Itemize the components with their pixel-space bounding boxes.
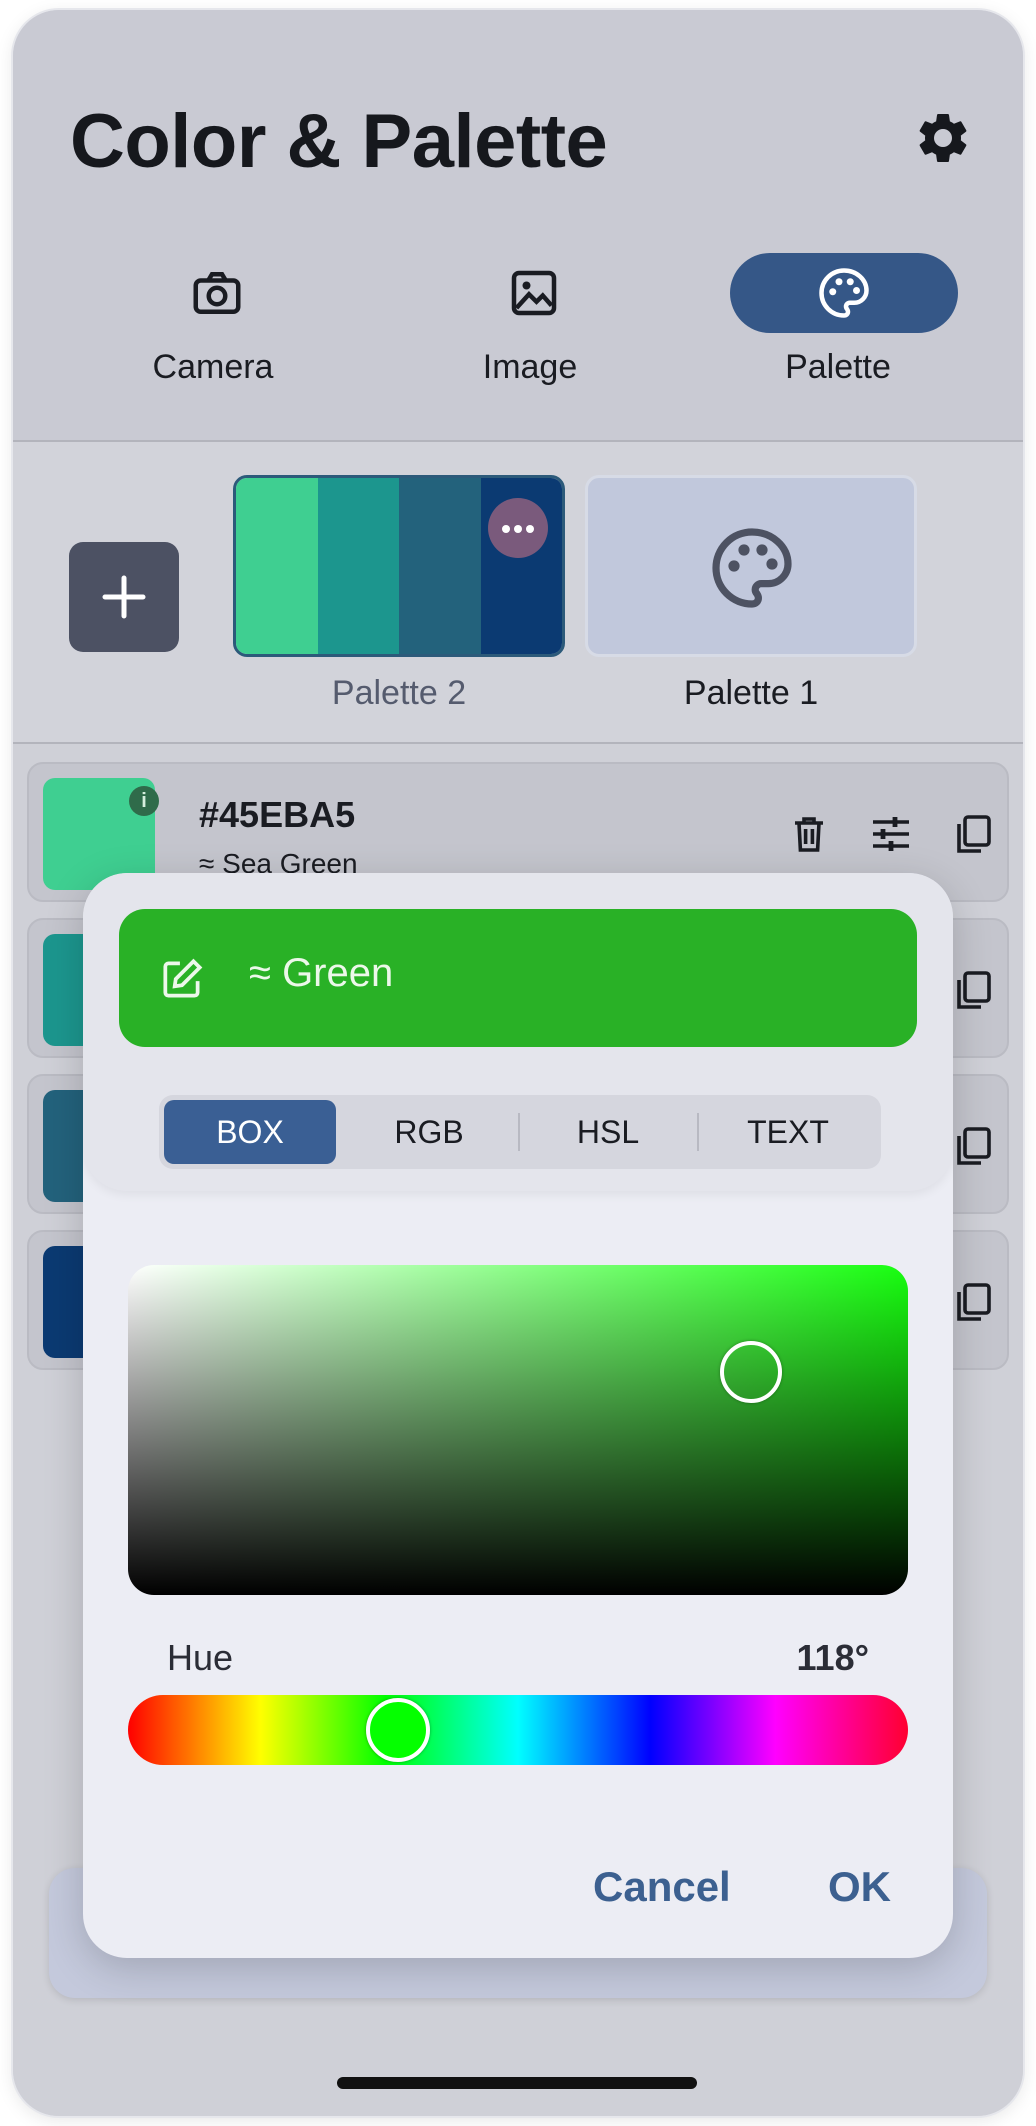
tab-palette-label: Palette xyxy=(785,348,891,386)
plus-icon xyxy=(102,575,146,619)
hue-value: 118° xyxy=(796,1637,869,1678)
copy-icon[interactable] xyxy=(949,1122,997,1170)
dot xyxy=(502,525,510,533)
mode-tabs: Camera Image Palette xyxy=(13,250,1023,400)
info-icon[interactable]: i xyxy=(129,786,159,816)
dot xyxy=(526,525,534,533)
mode-box[interactable]: BOX xyxy=(164,1100,336,1164)
home-indicator[interactable] xyxy=(337,2077,697,2089)
hue-label: Hue xyxy=(167,1637,234,1678)
palette-card-2[interactable] xyxy=(233,475,565,657)
saturation-value-box[interactable] xyxy=(128,1265,908,1595)
tab-camera[interactable]: Camera xyxy=(93,250,333,400)
palette-2-stripe xyxy=(317,478,399,654)
phone-screen: Color & Palette Camera Image Palette Pal… xyxy=(13,10,1023,2116)
hue-slider[interactable] xyxy=(128,1695,908,1765)
tab-image-label: Image xyxy=(482,348,578,386)
copy-icon[interactable] xyxy=(949,1278,997,1326)
hue-slider-handle[interactable] xyxy=(366,1698,430,1762)
picker-header: ≈ Green BOX RGB HSL TEXT xyxy=(83,873,953,1191)
color-hex: #45EBA5 xyxy=(199,794,356,835)
app-header: Color & Palette Camera Image Palette xyxy=(13,10,1023,440)
color-name-bar[interactable]: ≈ Green xyxy=(119,909,917,1047)
sliders-icon[interactable] xyxy=(867,810,915,858)
palette-icon xyxy=(819,268,869,318)
picker-mode-selector: BOX RGB HSL TEXT xyxy=(159,1095,881,1169)
mode-hsl[interactable]: HSL xyxy=(522,1100,694,1164)
saturation-value-handle[interactable] xyxy=(720,1341,782,1403)
segment-separator xyxy=(518,1113,520,1151)
cancel-button[interactable]: Cancel xyxy=(593,1863,731,1911)
more-options-button[interactable] xyxy=(488,498,548,558)
app-title: Color & Palette xyxy=(70,99,608,184)
mode-rgb[interactable]: RGB xyxy=(343,1100,515,1164)
gear-icon[interactable] xyxy=(913,108,973,168)
edit-icon xyxy=(163,958,203,998)
palette-2-stripe xyxy=(236,478,318,654)
palette-1-label: Palette 1 xyxy=(683,674,819,712)
picker-color-name: ≈ Green xyxy=(249,951,394,995)
add-palette-button[interactable] xyxy=(69,542,179,652)
image-icon xyxy=(511,270,557,316)
camera-icon xyxy=(193,272,241,314)
tab-camera-label: Camera xyxy=(152,348,274,386)
palette-2-stripe xyxy=(399,478,481,654)
palette-card-1[interactable] xyxy=(585,475,917,657)
copy-icon[interactable] xyxy=(949,966,997,1014)
tab-image[interactable]: Image xyxy=(410,250,650,400)
palette-strip: Palette 2 Palette 1 xyxy=(13,442,1023,742)
palette-2-label: Palette 2 xyxy=(331,674,467,712)
ok-button[interactable]: OK xyxy=(828,1863,891,1911)
copy-icon[interactable] xyxy=(949,810,997,858)
segment-separator xyxy=(697,1113,699,1151)
palette-icon xyxy=(712,528,792,608)
color-picker-dialog: ≈ Green BOX RGB HSL TEXT Hue 118° Cancel… xyxy=(83,873,953,1958)
trash-icon[interactable] xyxy=(785,810,833,858)
tab-palette[interactable]: Palette xyxy=(720,250,960,400)
mode-text[interactable]: TEXT xyxy=(702,1100,874,1164)
dot xyxy=(514,525,522,533)
